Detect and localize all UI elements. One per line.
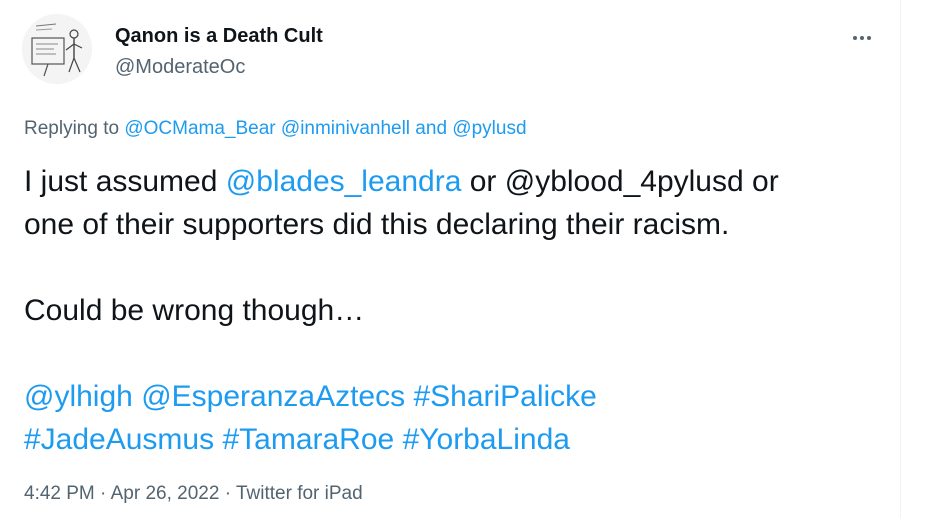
- hashtag-link[interactable]: #YorbaLinda: [403, 423, 570, 456]
- avatar-sketch-image: [22, 14, 92, 84]
- tweet-text: I just assumed @blades_leandra or @ybloo…: [24, 160, 884, 461]
- tweet-time[interactable]: 4:42 PM: [24, 483, 95, 504]
- meta-separator: ·: [219, 483, 236, 504]
- author-handle[interactable]: @ModerateOc: [115, 56, 245, 79]
- mention-link[interactable]: @pylusd: [452, 118, 526, 139]
- meta-separator: ·: [94, 483, 111, 504]
- more-options-icon[interactable]: [846, 22, 878, 54]
- tweet-meta: 4:42 PM · Apr 26, 2022 · Twitter for iPa…: [24, 483, 363, 505]
- replying-to-label: Replying to: [24, 118, 125, 139]
- tweet-tags-line-2: #JadeAusmus #TamaraRoe #YorbaLinda: [24, 418, 884, 461]
- more-horizontal-icon: [853, 36, 871, 40]
- tweet-text-segment: I just assumed: [24, 165, 226, 198]
- mention-link[interactable]: @inminivanhell: [281, 118, 410, 139]
- mention-link[interactable]: @OCMama_Bear: [124, 118, 275, 139]
- mention-link[interactable]: @blades_leandra: [226, 165, 462, 198]
- tweet-text-segment: or @yblood_4pylusd or: [461, 165, 779, 198]
- tweet-source[interactable]: Twitter for iPad: [236, 483, 363, 504]
- tweet-line-1: I just assumed @blades_leandra or @ybloo…: [24, 160, 884, 203]
- mention-link[interactable]: @ylhigh: [24, 380, 133, 413]
- avatar[interactable]: [22, 14, 92, 84]
- mention-link[interactable]: @EsperanzaAztecs: [141, 380, 405, 413]
- tweet-tags-line-1: @ylhigh @EsperanzaAztecs #ShariPalicke: [24, 375, 884, 418]
- tweet-date[interactable]: Apr 26, 2022: [111, 483, 220, 504]
- hashtag-link[interactable]: #TamaraRoe: [222, 423, 394, 456]
- author-display-name[interactable]: Qanon is a Death Cult: [115, 25, 323, 48]
- mention-joiner[interactable]: and: [410, 118, 452, 139]
- column-divider: [900, 0, 901, 518]
- hashtag-link[interactable]: #ShariPalicke: [413, 380, 596, 413]
- tweet-line-2: one of their supporters did this declari…: [24, 208, 730, 241]
- hashtag-link[interactable]: #JadeAusmus: [24, 423, 214, 456]
- replying-to-line: Replying to @OCMama_Bear @inminivanhell …: [24, 118, 527, 140]
- tweet-line-3: Could be wrong though…: [24, 294, 365, 327]
